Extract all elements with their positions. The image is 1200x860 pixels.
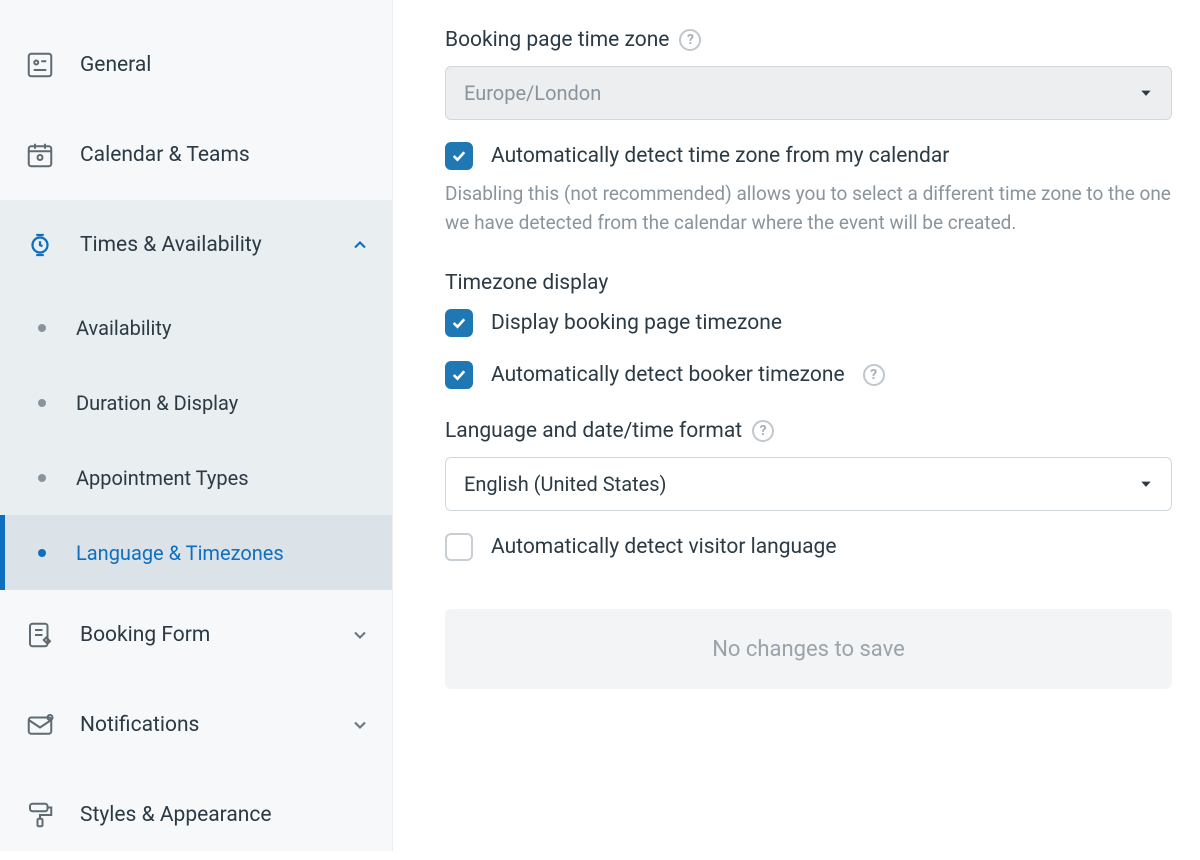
help-icon[interactable]: ? xyxy=(679,29,701,51)
timezone-label: Booking page time zone ? xyxy=(445,28,1172,52)
display-booking-tz-checkbox[interactable] xyxy=(445,309,473,337)
chevron-up-icon xyxy=(350,235,370,255)
nav-label: General xyxy=(80,53,370,77)
auto-detect-timezone-row: Automatically detect time zone from my c… xyxy=(445,142,1172,170)
help-icon[interactable]: ? xyxy=(863,364,885,386)
sidebar-item-notifications[interactable]: Notifications xyxy=(0,680,392,770)
sidebar-subitem-appointment-types[interactable]: Appointment Types xyxy=(0,440,392,515)
sidebar-item-booking-form[interactable]: Booking Form xyxy=(0,590,392,680)
label-text: Booking page time zone xyxy=(445,28,669,52)
auto-detect-timezone-checkbox[interactable] xyxy=(445,142,473,170)
bullet-icon xyxy=(38,324,46,332)
nav-label: Duration & Display xyxy=(76,391,238,415)
checkbox-label: Automatically detect time zone from my c… xyxy=(491,144,949,168)
paint-roller-icon xyxy=(22,797,58,833)
sidebar-item-general[interactable]: General xyxy=(0,20,392,110)
label-text: Timezone display xyxy=(445,271,608,295)
language-select[interactable]: English (United States) xyxy=(445,457,1172,511)
user-card-icon xyxy=(22,47,58,83)
caret-down-icon xyxy=(1139,477,1153,491)
save-status-text: No changes to save xyxy=(712,637,905,662)
sidebar-subitem-availability[interactable]: Availability xyxy=(0,290,392,365)
bullet-icon xyxy=(38,474,46,482)
nav-label: Language & Timezones xyxy=(76,541,284,565)
sidebar-subitem-language-timezones[interactable]: Language & Timezones xyxy=(0,515,392,590)
settings-panel: Booking page time zone ? Europe/London A… xyxy=(393,0,1200,851)
save-status-bar: No changes to save xyxy=(445,609,1172,689)
help-icon[interactable]: ? xyxy=(752,420,774,442)
nav-label: Calendar & Teams xyxy=(80,143,370,167)
nav-label: Times & Availability xyxy=(80,233,350,257)
checkbox-label: Automatically detect booker timezone xyxy=(491,363,845,387)
select-value: English (United States) xyxy=(464,472,667,496)
form-icon xyxy=(22,617,58,653)
timezone-select: Europe/London xyxy=(445,66,1172,120)
language-label: Language and date/time format ? xyxy=(445,419,1172,443)
mail-icon xyxy=(22,707,58,743)
sidebar-item-calendar-teams[interactable]: Calendar & Teams xyxy=(0,110,392,200)
auto-detect-booker-checkbox[interactable] xyxy=(445,361,473,389)
auto-detect-language-checkbox[interactable] xyxy=(445,533,473,561)
auto-detect-booker-row: Automatically detect booker timezone ? xyxy=(445,361,1172,389)
nav-label: Notifications xyxy=(80,713,350,737)
chevron-down-icon xyxy=(350,625,370,645)
sidebar-item-times-availability[interactable]: Times & Availability xyxy=(0,200,392,290)
nav-label: Appointment Types xyxy=(76,466,249,490)
calendar-icon xyxy=(22,137,58,173)
auto-detect-hint: Disabling this (not recommended) allows … xyxy=(445,180,1172,237)
bullet-icon xyxy=(38,399,46,407)
checkbox-label: Display booking page timezone xyxy=(491,311,782,335)
sidebar-item-styles-appearance[interactable]: Styles & Appearance xyxy=(0,770,392,860)
settings-sidebar: General Calendar & Teams Times & Availab… xyxy=(0,0,393,851)
sidebar-subitems: Availability Duration & Display Appointm… xyxy=(0,290,392,590)
watch-icon xyxy=(22,227,58,263)
sidebar-subitem-duration-display[interactable]: Duration & Display xyxy=(0,365,392,440)
chevron-down-icon xyxy=(350,715,370,735)
caret-down-icon xyxy=(1139,86,1153,100)
label-text: Language and date/time format xyxy=(445,419,742,443)
bullet-icon xyxy=(38,549,46,557)
checkbox-label: Automatically detect visitor language xyxy=(491,535,837,559)
nav-label: Styles & Appearance xyxy=(80,803,370,827)
select-value: Europe/London xyxy=(464,81,601,105)
nav-label: Availability xyxy=(76,316,171,340)
auto-detect-language-row: Automatically detect visitor language xyxy=(445,533,1172,561)
timezone-display-label: Timezone display xyxy=(445,271,1172,295)
display-booking-tz-row: Display booking page timezone xyxy=(445,309,1172,337)
nav-label: Booking Form xyxy=(80,623,350,647)
